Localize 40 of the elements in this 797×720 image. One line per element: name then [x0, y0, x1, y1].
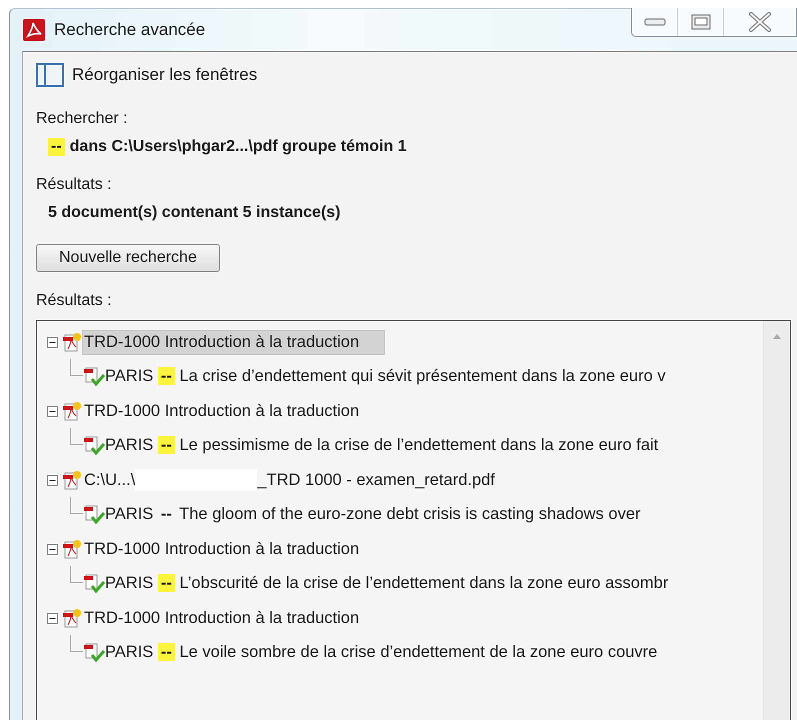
collapse-icon[interactable] — [47, 336, 58, 348]
matched-page-icon — [83, 642, 105, 663]
document-item[interactable]: TRD-1000 Introduction à la traduction — [82, 398, 386, 424]
vertical-scrollbar[interactable] — [763, 321, 790, 720]
new-search-button[interactable]: Nouvelle recherche — [36, 244, 220, 272]
search-result-item[interactable]: PARIS -- La crise d’endettement qui sévit présentement dans la zone euro v — [105, 367, 666, 386]
pdf-document-icon — [62, 539, 82, 560]
close-icon — [749, 12, 771, 32]
search-result-item[interactable]: PARIS -- Le voile sombre de la crise d’endettement de la zone euro couvre — [105, 643, 658, 662]
document-item[interactable]: TRD-1000 Introduction à la traduction — [82, 606, 386, 631]
window-title: Recherche avancée — [54, 20, 206, 40]
pdf-document-icon — [62, 608, 82, 628]
window-layout-icon[interactable] — [36, 63, 64, 87]
results-summary: 5 document(s) contenant 5 instance(s) — [48, 204, 340, 222]
arrange-windows-label[interactable]: Réorganiser les fenêtres — [72, 65, 258, 85]
pdf-document-icon — [62, 470, 82, 490]
matched-page-icon — [83, 504, 105, 525]
pdf-document-icon — [62, 401, 82, 422]
maximize-icon — [690, 14, 710, 30]
search-label: Rechercher : — [36, 110, 129, 128]
matched-page-icon — [83, 436, 105, 456]
pdf-icon — [23, 19, 45, 41]
search-result-item[interactable]: PARIS -- The gloom of the euro-zone debt crisis is casting shadows over — [105, 505, 640, 524]
collapse-icon[interactable] — [47, 406, 58, 417]
document-item[interactable]: TRD-1000 Introduction à la traduction — [82, 330, 386, 355]
search-result-item[interactable]: PARIS -- L’obscurité de la crise de l’endettement dans la zone euro assombr — [105, 574, 668, 594]
collapse-icon[interactable] — [47, 612, 58, 624]
search-term: -- — [48, 138, 65, 156]
results-summary-label: Résultats : — [36, 176, 113, 194]
matched-page-icon — [83, 574, 105, 594]
collapse-icon[interactable] — [47, 544, 58, 555]
search-scope: dans C:\Users\phgar2...\pdf groupe témoin 1 — [70, 138, 407, 156]
search-result-item[interactable]: PARIS -- Le pessimisme de la crise de l’endettement dans la zone euro fait — [105, 436, 658, 456]
results-label: Résultats : — [36, 292, 113, 310]
pdf-document-icon — [62, 332, 82, 352]
minimize-icon — [644, 18, 666, 26]
document-item[interactable]: TRD-1000 Introduction à la traduction — [82, 536, 386, 562]
document-item[interactable]: C:\U...\ _TRD 1000 - examen_retard.pdf — [82, 466, 521, 494]
collapse-icon[interactable] — [47, 474, 58, 486]
matched-page-icon — [83, 366, 105, 387]
